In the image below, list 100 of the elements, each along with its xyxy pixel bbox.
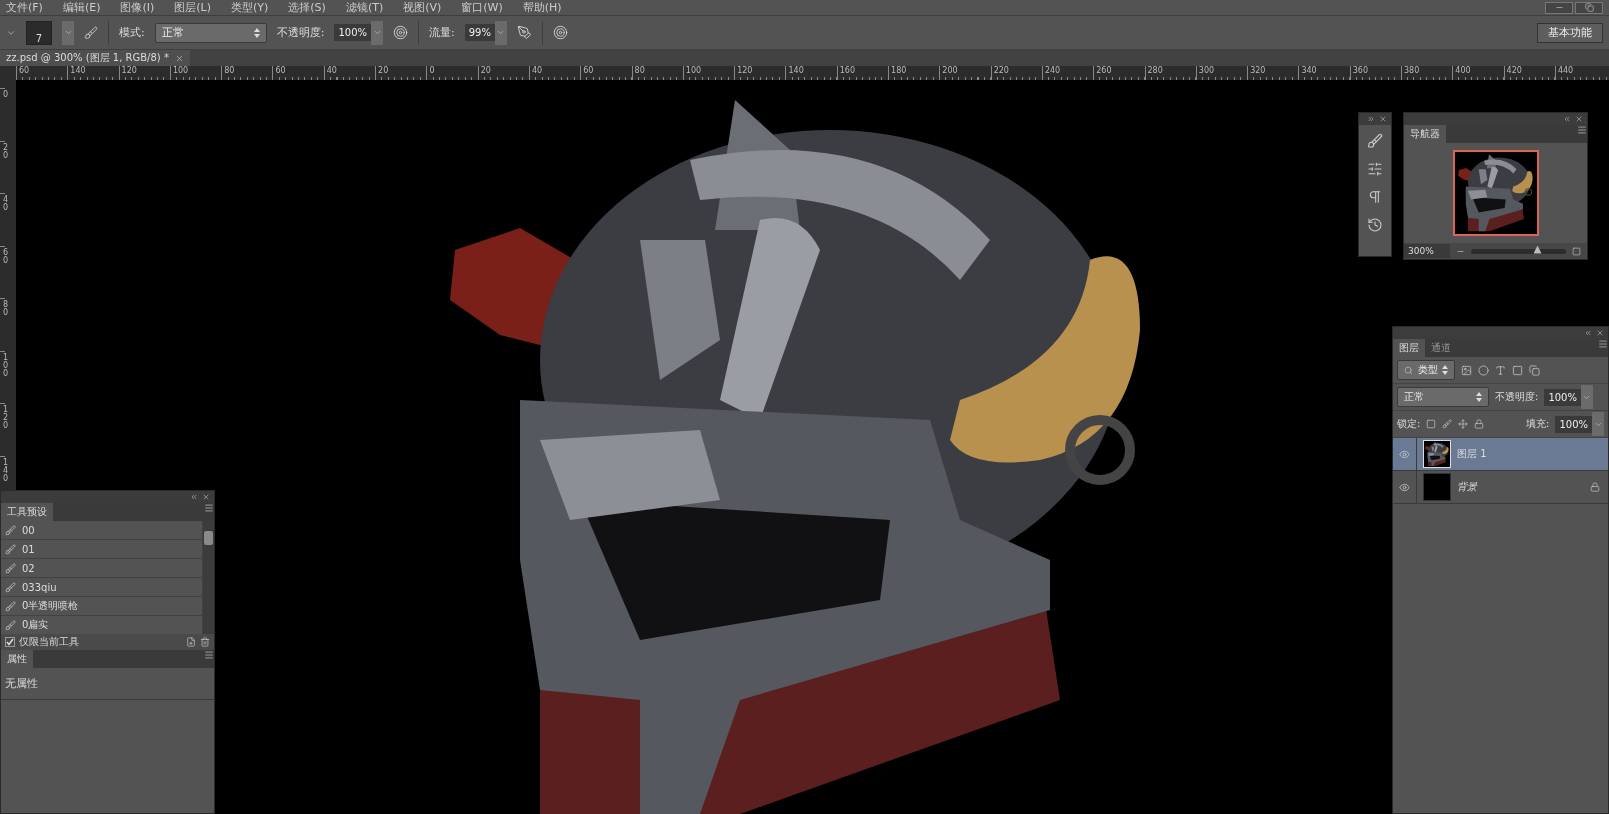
- navigator-thumbnail[interactable]: [1452, 150, 1539, 236]
- visibility-eye-icon[interactable]: [1399, 481, 1410, 493]
- caret-icon: [372, 28, 382, 37]
- blend-mode-select[interactable]: 正常: [1397, 387, 1489, 407]
- lock-pixels-icon[interactable]: [1442, 419, 1453, 429]
- pixel-filter-icon[interactable]: [1461, 364, 1472, 376]
- updown-arrows-icon: [1476, 392, 1482, 402]
- brush-size-picker[interactable]: 7: [26, 20, 52, 45]
- menu-item[interactable]: 滤镜(T): [345, 0, 384, 15]
- layer-row[interactable]: 背景: [1393, 471, 1608, 504]
- brush-icon: [5, 562, 16, 574]
- layer-thumbnail: [1423, 473, 1451, 501]
- menu-item[interactable]: 图像(I): [120, 0, 155, 15]
- preset-item[interactable]: 0扁实: [1, 616, 202, 634]
- ruler-label: 40: [0, 193, 6, 246]
- close-icon[interactable]: [174, 53, 184, 63]
- type-filter-icon[interactable]: [1495, 364, 1506, 376]
- visibility-eye-icon[interactable]: [1399, 448, 1410, 460]
- lock-label: 锁定:: [1397, 417, 1421, 431]
- ruler-label: 20: [0, 140, 6, 193]
- slider-thumb[interactable]: [1533, 245, 1542, 254]
- brush-icon[interactable]: [1367, 133, 1383, 149]
- fill-label: 填充:: [1526, 417, 1550, 431]
- document-tab[interactable]: zz.psd @ 300% (图层 1, RGB/8) *: [0, 50, 190, 66]
- preset-item[interactable]: 033qiu: [1, 578, 202, 596]
- menu-item[interactable]: 选择(S): [288, 0, 326, 15]
- lock-position-icon[interactable]: [1458, 419, 1469, 429]
- scrollbar[interactable]: [203, 521, 214, 634]
- mode-label: 模式:: [119, 25, 145, 40]
- minimize-button[interactable]: [1545, 1, 1573, 14]
- adjustment-filter-icon[interactable]: [1478, 364, 1489, 376]
- panel-menu-icon[interactable]: [1598, 339, 1608, 349]
- menu-item[interactable]: 类型(Y): [231, 0, 269, 15]
- zoom-slider[interactable]: [1471, 248, 1566, 254]
- panel-menu-icon[interactable]: [204, 650, 214, 660]
- trash-icon[interactable]: [200, 637, 210, 647]
- close-icon[interactable]: [1575, 115, 1583, 123]
- lock-all-icon[interactable]: [1474, 419, 1485, 429]
- panel-menu-icon[interactable]: [204, 503, 214, 513]
- pressure-size-icon[interactable]: [553, 25, 568, 40]
- updown-arrows-icon: [253, 27, 260, 38]
- search-icon: [1404, 365, 1413, 375]
- restore-button[interactable]: [1575, 1, 1603, 14]
- panel-tab[interactable]: 属性: [1, 650, 33, 668]
- brush-icon: [5, 524, 16, 536]
- ruler-label: 100: [0, 350, 6, 403]
- brush-panel-icon[interactable]: [84, 25, 98, 40]
- preset-item[interactable]: 01: [1, 540, 202, 558]
- opacity-label: 不透明度:: [276, 25, 325, 40]
- opacity-label: 不透明度:: [1495, 390, 1539, 404]
- menu-item[interactable]: 窗口(W): [461, 0, 503, 15]
- ruler-label: 60: [0, 245, 6, 298]
- panel-tab[interactable]: 通道: [1425, 339, 1457, 357]
- menu-item[interactable]: 视图(V): [403, 0, 442, 15]
- menu-item[interactable]: 文件(F): [6, 0, 43, 15]
- preset-item[interactable]: 02: [1, 559, 202, 577]
- caret-icon: [63, 28, 73, 37]
- mode-select[interactable]: 正常: [154, 22, 267, 43]
- restore-icon: [1584, 3, 1594, 12]
- history-icon[interactable]: [1367, 217, 1383, 233]
- checkbox[interactable]: [5, 637, 15, 647]
- panel-menu-icon[interactable]: [1577, 125, 1587, 135]
- pressure-opacity-icon[interactable]: [393, 25, 409, 40]
- zoom-field[interactable]: 300%: [1404, 244, 1450, 258]
- caret-icon: [496, 28, 506, 37]
- flow-label: 流量:: [429, 25, 455, 40]
- checkmark-icon: [6, 638, 14, 646]
- paragraph-icon[interactable]: [1367, 189, 1383, 205]
- layer-row[interactable]: 图层 1: [1393, 438, 1608, 471]
- smart-object-filter-icon[interactable]: [1529, 364, 1540, 376]
- ruler-label: 80: [0, 298, 6, 351]
- panel-tab[interactable]: 工具预设: [1, 503, 53, 521]
- close-icon[interactable]: [202, 493, 210, 501]
- brush-icon: [5, 543, 16, 555]
- close-icon[interactable]: [1596, 329, 1604, 337]
- workspace-button[interactable]: 基本功能: [1537, 22, 1603, 43]
- layer-name: 背景: [1457, 480, 1479, 494]
- layer-thumbnail: [1423, 440, 1451, 468]
- preset-item[interactable]: 0半透明喷枪: [1, 597, 202, 615]
- expand-icon[interactable]: [1367, 115, 1375, 123]
- menu-item[interactable]: 编辑(E): [62, 0, 101, 15]
- collapse-icon[interactable]: [1563, 115, 1571, 123]
- ruler-label: 0: [0, 88, 6, 141]
- collapse-icon[interactable]: [190, 493, 198, 501]
- layer-filter-select[interactable]: 类型: [1397, 360, 1455, 380]
- close-icon[interactable]: [1379, 115, 1387, 123]
- lock-transparency-icon[interactable]: [1426, 419, 1437, 429]
- preset-item[interactable]: 00: [1, 521, 202, 539]
- brush-icon: [5, 600, 16, 612]
- menu-item[interactable]: 帮助(H): [522, 0, 562, 15]
- checkbox-label: 仅限当前工具: [19, 635, 79, 649]
- layer-name: 图层 1: [1457, 447, 1488, 461]
- panel-tab[interactable]: 图层: [1393, 339, 1425, 357]
- panel-tab[interactable]: 导航器: [1404, 125, 1446, 143]
- collapse-icon[interactable]: [1584, 329, 1592, 337]
- brush-settings-icon[interactable]: [1367, 161, 1383, 177]
- new-preset-icon[interactable]: [186, 637, 196, 647]
- shape-filter-icon[interactable]: [1512, 364, 1523, 376]
- brush-icon: [5, 581, 16, 593]
- menu-item[interactable]: 图层(L): [174, 0, 211, 15]
